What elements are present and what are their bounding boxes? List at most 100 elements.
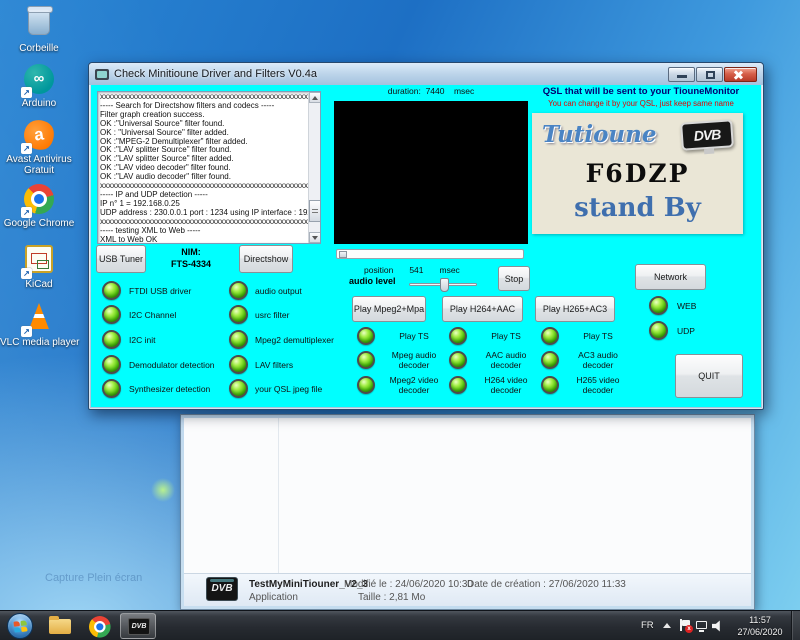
led-label: WEB bbox=[677, 301, 696, 311]
file-created: Date de création : 27/06/2020 11:33 bbox=[467, 579, 626, 590]
play-h265-button[interactable]: Play H265+AC3 bbox=[535, 296, 615, 322]
file-type: Application bbox=[249, 592, 298, 603]
web-led bbox=[649, 296, 668, 315]
shortcut-arrow-icon: ↗ bbox=[21, 87, 32, 98]
shortcut-arrow-icon: ↗ bbox=[21, 268, 32, 279]
led-label: I2C Channel bbox=[129, 310, 176, 320]
created-label: Date de création : bbox=[467, 579, 546, 590]
mpeg-audio-decoder-led bbox=[357, 351, 375, 369]
demodulator-detection-led bbox=[102, 355, 121, 374]
icon-label: Avast Antivirus Gratuit bbox=[0, 154, 78, 176]
minimize-button[interactable] bbox=[668, 67, 695, 82]
play-h264-button[interactable]: Play H264+AAC bbox=[442, 296, 523, 322]
led-label: AAC audio decoder bbox=[473, 351, 539, 370]
modified-label: Modifié le : bbox=[344, 579, 392, 590]
position-unit: msec bbox=[440, 265, 460, 275]
size-value: 2,81 Mo bbox=[389, 592, 425, 603]
duration-unit: msec bbox=[454, 86, 474, 96]
log-scrollbar[interactable] bbox=[308, 92, 320, 243]
network-tray-icon[interactable] bbox=[696, 620, 709, 632]
taskbar-dvb-app-button[interactable]: DVB bbox=[120, 613, 156, 639]
audio-level-slider[interactable] bbox=[409, 283, 477, 286]
app-client-area: xxxxxxxxxxxxxxxxxxxxxxxxxxxxxxxxxxxxxxxx… bbox=[91, 85, 761, 407]
volume-icon[interactable] bbox=[712, 620, 724, 632]
taskbar: DVB FR x 11:57 27/06/2020 bbox=[0, 610, 800, 640]
led-label: Play TS bbox=[565, 332, 631, 342]
qsl-note: You can change it by your QSL, just keep… bbox=[525, 99, 757, 108]
led-label: I2C init bbox=[129, 335, 155, 345]
directshow-button[interactable]: Directshow bbox=[239, 245, 293, 273]
play-mpeg2-button[interactable]: Play Mpeg2+Mpa bbox=[352, 296, 426, 322]
explorer-window: DVB TestMyMiniTiouner_V2_3 Modifié le : … bbox=[180, 414, 755, 610]
network-button[interactable]: Network bbox=[635, 264, 706, 290]
folder-icon bbox=[49, 619, 71, 634]
i2c-init-led bbox=[102, 330, 121, 349]
synthesizer-detection-led bbox=[102, 379, 121, 398]
play-ts-led-1 bbox=[357, 327, 375, 345]
clock-time: 11:57 bbox=[732, 614, 788, 626]
log-textbox[interactable]: xxxxxxxxxxxxxxxxxxxxxxxxxxxxxxxxxxxxxxxx… bbox=[97, 91, 321, 244]
close-button[interactable] bbox=[724, 67, 757, 82]
icon-label: Arduino bbox=[0, 98, 78, 109]
dvb-file-icon: DVB bbox=[206, 577, 238, 601]
details-pane: DVB TestMyMiniTiouner_V2_3 Modifié le : … bbox=[184, 573, 751, 606]
desktop: Corbeille ∞ ↗ Arduino a ↗ Avast Antiviru… bbox=[0, 0, 800, 640]
desktop-icon-chrome[interactable]: ↗ Google Chrome bbox=[0, 184, 78, 229]
icon-label: KiCad bbox=[0, 279, 78, 290]
desktop-icon-recycle-bin[interactable]: Corbeille bbox=[0, 6, 78, 54]
tray-expand-icon[interactable] bbox=[663, 623, 671, 628]
scrollbar-thumb[interactable] bbox=[309, 200, 321, 222]
qsl-card-image: Tutioune DVB F6DZP stand By bbox=[532, 113, 743, 234]
lav-filters-led bbox=[229, 355, 248, 374]
nim-value: FTS-4334 bbox=[149, 258, 233, 270]
app-icon bbox=[95, 69, 109, 80]
position-readout: position 541 msec bbox=[364, 265, 460, 275]
usb-tuner-button[interactable]: USB Tuner bbox=[96, 245, 146, 273]
created-value: 27/06/2020 11:33 bbox=[549, 579, 626, 590]
taskbar-chrome-button[interactable] bbox=[82, 613, 118, 639]
audio-output-led bbox=[229, 281, 248, 300]
taskbar-explorer-button[interactable] bbox=[42, 613, 78, 639]
log-text: xxxxxxxxxxxxxxxxxxxxxxxxxxxxxxxxxxxxxxxx… bbox=[100, 93, 308, 244]
stop-button[interactable]: Stop bbox=[498, 266, 530, 291]
desktop-icon-kicad[interactable]: ↗ KiCad bbox=[0, 244, 78, 290]
scroll-down-button[interactable] bbox=[309, 232, 321, 243]
start-button[interactable] bbox=[7, 613, 33, 639]
desktop-icon-vlc[interactable]: ↗ VLC media player bbox=[0, 301, 78, 348]
ftdi-usb-driver-led bbox=[102, 281, 121, 300]
capture-overlay-text: Capture Plein écran bbox=[45, 572, 142, 584]
show-desktop-button[interactable] bbox=[791, 611, 800, 640]
seek-thumb[interactable] bbox=[339, 251, 347, 258]
scroll-up-icon bbox=[312, 96, 318, 100]
led-label: audio output bbox=[255, 286, 302, 296]
icon-label: VLC media player bbox=[0, 337, 78, 348]
explorer-content[interactable]: DVB TestMyMiniTiouner_V2_3 Modifié le : … bbox=[184, 418, 751, 606]
udp-led bbox=[649, 321, 668, 340]
tray-clock[interactable]: 11:57 27/06/2020 bbox=[732, 614, 788, 638]
thumb-grip-icon bbox=[312, 209, 318, 213]
video-preview bbox=[334, 101, 528, 244]
shortcut-arrow-icon: ↗ bbox=[21, 326, 32, 337]
language-indicator[interactable]: FR bbox=[641, 620, 654, 631]
desktop-icon-avast[interactable]: a ↗ Avast Antivirus Gratuit bbox=[0, 120, 78, 176]
led-label: H264 video decoder bbox=[473, 376, 539, 395]
desktop-icon-arduino[interactable]: ∞ ↗ Arduino bbox=[0, 64, 78, 109]
qsl-status: stand By bbox=[532, 193, 743, 223]
window-title: Check Minitioune Driver and Filters V0.4… bbox=[114, 68, 317, 80]
title-bar[interactable]: Check Minitioune Driver and Filters V0.4… bbox=[89, 63, 763, 85]
nim-readout: NIM: FTS-4334 bbox=[149, 246, 233, 270]
recycle-bin-icon bbox=[28, 9, 50, 35]
shortcut-arrow-icon: ↗ bbox=[21, 207, 32, 218]
maximize-button[interactable] bbox=[696, 67, 723, 82]
qsl-jpeg-file-led bbox=[229, 379, 248, 398]
scroll-up-button[interactable] bbox=[309, 92, 321, 103]
led-label: FTDI USB driver bbox=[129, 286, 191, 296]
app-window: Check Minitioune Driver and Filters V0.4… bbox=[88, 62, 764, 410]
action-center-icon[interactable]: x bbox=[679, 619, 691, 632]
led-label: Play TS bbox=[473, 332, 539, 342]
clock-date: 27/06/2020 bbox=[732, 626, 788, 638]
seek-bar[interactable] bbox=[336, 249, 524, 259]
quit-button[interactable]: QUIT bbox=[675, 354, 743, 398]
icon-label: Google Chrome bbox=[0, 218, 78, 229]
audio-level-thumb[interactable] bbox=[440, 278, 449, 292]
